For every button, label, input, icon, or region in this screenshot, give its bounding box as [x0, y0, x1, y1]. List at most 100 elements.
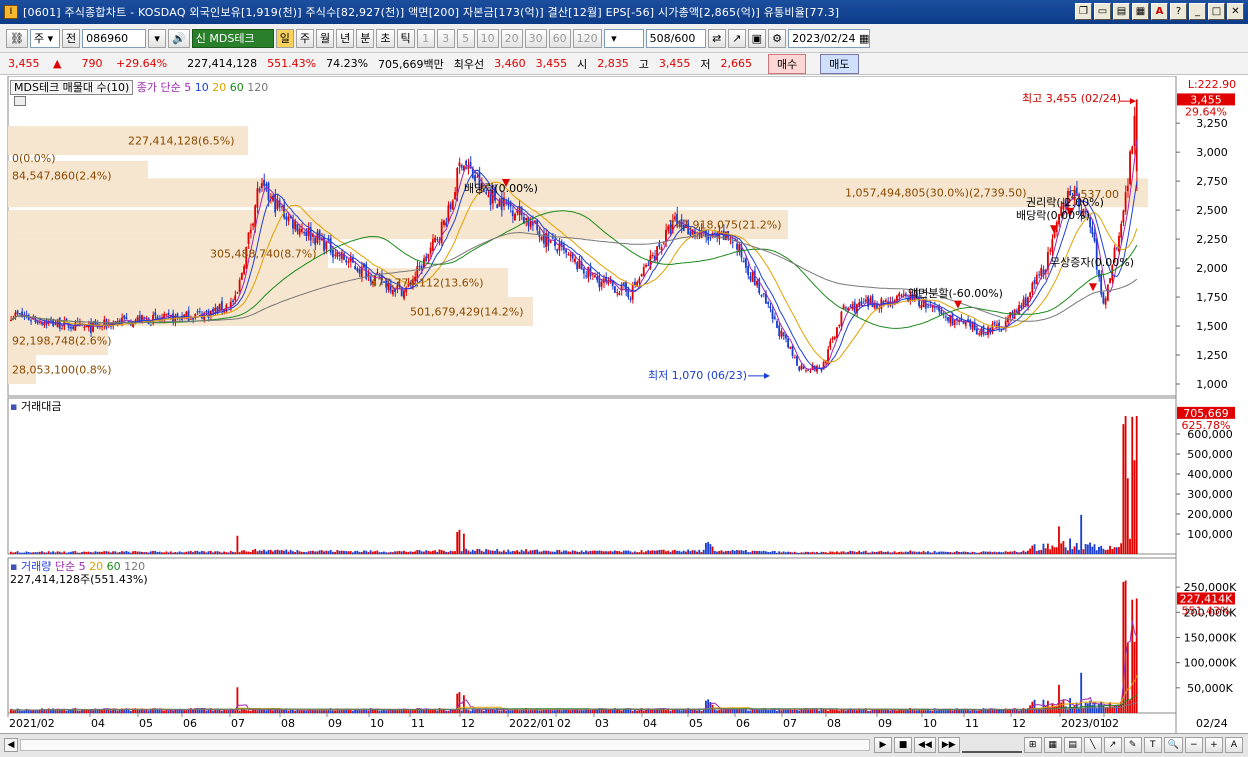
chart-canvas[interactable]: 3,250 3,000 2,750 2,500 2,250 2,000 1,750 1,500…: [0, 76, 1248, 733]
stock-name-field[interactable]: 신 MDS테크: [191, 28, 274, 48]
rewind-icon[interactable]: ◀◀: [914, 737, 936, 753]
zoom-slider[interactable]: [961, 737, 1022, 753]
table-view-icon[interactable]: ▤: [1063, 737, 1082, 753]
volume-bar: [689, 709, 692, 713]
candle-body: [898, 293, 901, 297]
volume-bar: [1118, 705, 1120, 713]
settings-gear-icon[interactable]: ⚙: [768, 28, 787, 48]
minus-icon[interactable]: −: [1184, 737, 1203, 753]
interval-120[interactable]: 120: [572, 28, 602, 48]
amount-bar: [676, 550, 678, 554]
table-icon[interactable]: [14, 96, 26, 106]
price-legend-name[interactable]: MDS테크 매물대 수(10): [10, 80, 134, 95]
scroll-left-icon[interactable]: ◀: [4, 738, 18, 752]
restore-icon[interactable]: ❐: [1075, 3, 1092, 20]
sell-button[interactable]: 매도: [820, 53, 859, 74]
candle-body: [647, 264, 650, 266]
volume-bar: [331, 710, 334, 713]
indicator-icon[interactable]: ↗: [727, 28, 746, 48]
period-week[interactable]: 주: [295, 28, 315, 48]
volume-bar: [685, 710, 687, 713]
amount-bar: [813, 552, 816, 554]
volume-bar: [49, 710, 52, 713]
interval-5[interactable]: 5: [456, 28, 475, 48]
market-select[interactable]: 주 ▾: [29, 28, 60, 48]
amount-bar: [1002, 552, 1005, 554]
arrow-icon[interactable]: ↗: [1103, 737, 1122, 753]
period-year[interactable]: 년: [336, 28, 355, 48]
period-day[interactable]: 일: [275, 28, 294, 48]
volume-bar: [469, 710, 472, 713]
period-month[interactable]: 월: [316, 28, 335, 48]
font-size-icon[interactable]: A: [1224, 737, 1243, 753]
volume-bar: [18, 710, 21, 713]
bar-count-field[interactable]: 508/600: [645, 28, 706, 48]
scroll-track[interactable]: [20, 739, 870, 751]
close-icon[interactable]: ✕: [1227, 3, 1244, 20]
volume-bar: [500, 710, 503, 713]
volume-bar: [220, 710, 223, 713]
speaker-icon[interactable]: 🔊: [168, 28, 190, 48]
title-bar: I [0601] 주식종합차트 - KOSDAQ 외국인보유[1,919(천)]…: [0, 0, 1248, 24]
volume-bar: [109, 710, 112, 713]
chart-area[interactable]: 3,250 3,000 2,750 2,500 2,250 2,000 1,750 1,500…: [0, 76, 1248, 757]
stop-icon[interactable]: ■: [894, 737, 912, 753]
save-icon[interactable]: ▣: [747, 28, 767, 48]
zoom-in-icon[interactable]: 🔍: [1163, 737, 1183, 753]
volume-bar: [176, 710, 179, 713]
swap-icon[interactable]: ⇄: [707, 28, 726, 48]
play-icon[interactable]: ▶: [874, 737, 892, 753]
interval-1[interactable]: 1: [416, 28, 435, 48]
tile-icon[interactable]: ▤: [1113, 3, 1130, 20]
minimize-icon[interactable]: _: [1189, 3, 1206, 20]
crosshair-icon[interactable]: ⊞: [1023, 737, 1042, 753]
volume-profile-label: 747,918,075(21.2%): [668, 219, 782, 232]
volume-bar: [407, 710, 410, 713]
link-icon[interactable]: ⛓: [6, 28, 28, 48]
candle-body: [345, 260, 348, 263]
interval-20[interactable]: 20: [500, 28, 523, 48]
date-field[interactable]: 2023/02/24 ▦: [788, 28, 871, 48]
volume-bar: [467, 709, 470, 713]
draw-line-icon[interactable]: ╲: [1083, 737, 1102, 753]
maximize-icon[interactable]: □: [1208, 3, 1225, 20]
amount-bar: [864, 550, 867, 554]
interval-30[interactable]: 30: [524, 28, 547, 48]
candle-body: [927, 306, 929, 308]
candle-body: [1051, 239, 1054, 252]
candle-body: [829, 341, 832, 348]
prev-button[interactable]: 전: [61, 28, 81, 48]
amount-legend-name[interactable]: 거래대금: [21, 400, 61, 413]
chart-icon[interactable]: ▦: [1132, 3, 1149, 20]
grid-icon[interactable]: ▦: [1043, 737, 1062, 753]
amount-bar: [505, 551, 507, 554]
pen-icon[interactable]: ✎: [1123, 737, 1142, 753]
amount-bar: [625, 550, 627, 554]
help-icon[interactable]: ?: [1170, 3, 1187, 20]
interval-60[interactable]: 60: [548, 28, 571, 48]
period-tick[interactable]: 틱: [396, 28, 415, 48]
x-tick-label: 02: [1105, 717, 1119, 730]
candle-body: [167, 312, 170, 315]
candle-body: [538, 231, 541, 237]
code-search-icon[interactable]: ▾: [148, 28, 167, 48]
plus-icon[interactable]: +: [1204, 737, 1223, 753]
interval-10[interactable]: 10: [476, 28, 499, 48]
period-second[interactable]: 초: [376, 28, 395, 48]
volume-bar: [385, 710, 388, 713]
code-input[interactable]: 086960: [82, 28, 147, 48]
interval-3[interactable]: 3: [436, 28, 455, 48]
font-icon[interactable]: A: [1151, 3, 1168, 20]
forward-icon[interactable]: ▶▶: [937, 737, 960, 753]
buy-button[interactable]: 매수: [768, 53, 807, 74]
custom-interval-select[interactable]: ▾: [603, 28, 644, 48]
amount-tick-label: 500,000: [1187, 448, 1233, 461]
amount-bar: [989, 551, 992, 554]
minimize-link-icon[interactable]: ▭: [1094, 3, 1111, 20]
text-tool-icon[interactable]: T: [1143, 737, 1162, 753]
ma-legend-label: 종가 단순: [136, 81, 181, 94]
amount-bar: [849, 550, 852, 554]
stock-prefix: 신: [195, 31, 206, 45]
volume-bar: [665, 710, 667, 713]
period-minute[interactable]: 분: [356, 28, 375, 48]
